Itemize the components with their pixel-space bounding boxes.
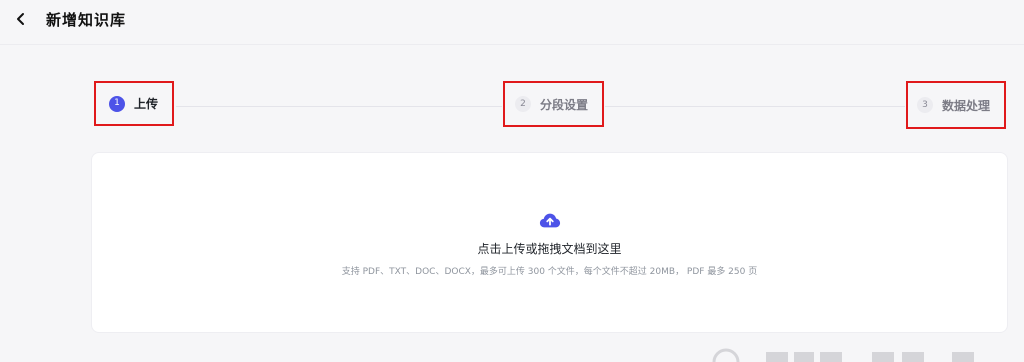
step-label: 上传 bbox=[134, 97, 159, 111]
step-label: 数据处理 bbox=[942, 98, 991, 113]
step-number-badge: 3 bbox=[917, 97, 933, 113]
step-progress: 1 上传 2 分段设置 3 数据处理 bbox=[0, 0, 1024, 140]
step-connector bbox=[605, 106, 905, 107]
watermark-logo bbox=[712, 348, 974, 362]
step-number-badge: 1 bbox=[109, 95, 125, 112]
step-data-processing[interactable]: 3 数据处理 bbox=[906, 81, 1006, 129]
upload-file-limits: 支持 PDF、TXT、DOC、DOCX，最多可上传 300 个文件，每个文件不超… bbox=[341, 267, 758, 277]
upload-dropzone[interactable]: 点击上传或拖拽文档到这里 支持 PDF、TXT、DOC、DOCX，最多可上传 3… bbox=[91, 152, 1008, 333]
step-connector bbox=[176, 106, 502, 107]
step-upload[interactable]: 1 上传 bbox=[94, 81, 174, 126]
cloud-upload-icon bbox=[539, 213, 561, 228]
step-label: 分段设置 bbox=[540, 97, 589, 112]
upload-instruction: 点击上传或拖拽文档到这里 bbox=[477, 242, 622, 256]
step-number-badge: 2 bbox=[515, 96, 531, 112]
step-chunk-settings[interactable]: 2 分段设置 bbox=[503, 81, 604, 127]
